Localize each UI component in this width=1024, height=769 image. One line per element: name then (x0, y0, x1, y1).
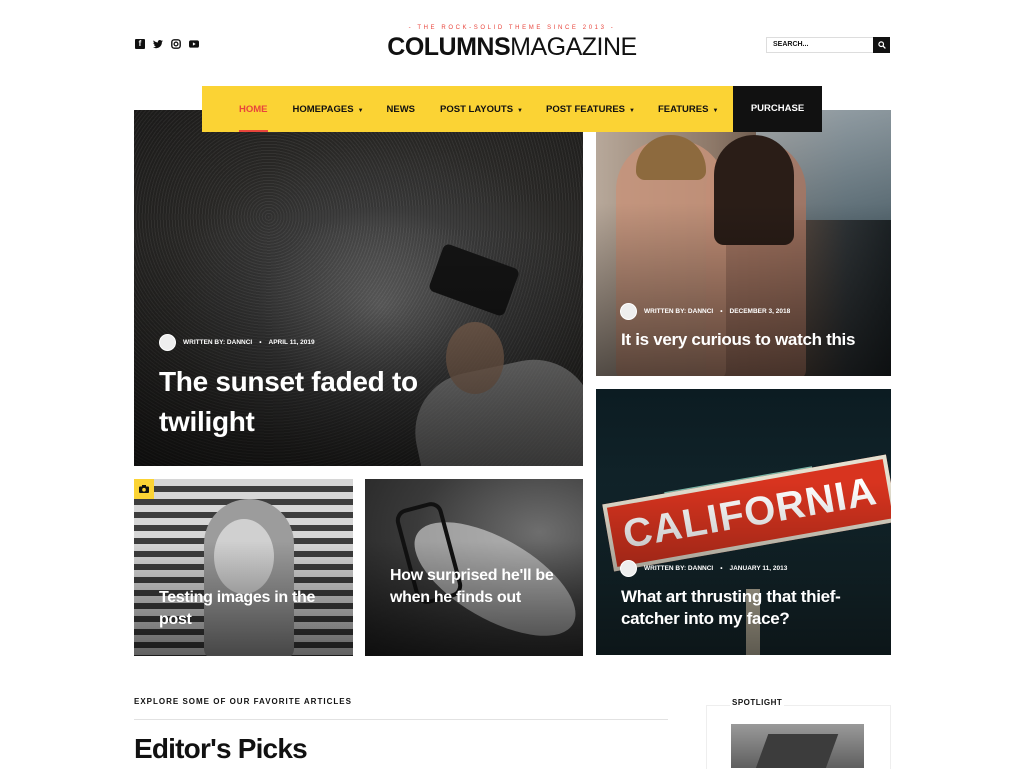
avatar (159, 334, 176, 351)
spotlight-image[interactable] (731, 724, 864, 768)
post-title[interactable]: How surprised he'll be when he finds out (390, 565, 570, 609)
search-icon (877, 41, 886, 49)
avatar (620, 560, 637, 577)
post-meta: WRITTEN BY: DANNCI • JANUARY 11, 2013 (620, 560, 787, 577)
nav-item-label: POST FEATURES (546, 103, 625, 115)
post-author[interactable]: WRITTEN BY: DANNCI (644, 308, 713, 315)
featured-post-couple[interactable]: WRITTEN BY: DANNCI • DECEMBER 3, 2018 It… (596, 110, 891, 376)
nav-item-label: HOMEPAGES (292, 103, 354, 115)
search-form: SEARCH... (766, 37, 890, 53)
post-title[interactable]: What art thrusting that thief-catcher in… (621, 586, 881, 630)
post-meta: WRITTEN BY: DANNCI • DECEMBER 3, 2018 (620, 303, 790, 320)
search-input[interactable]: SEARCH... (766, 37, 873, 53)
nav-item-news[interactable]: NEWS (387, 104, 416, 115)
site-tagline: - THE ROCK-SOLID THEME SINCE 2013 - (408, 25, 616, 31)
post-image-road (753, 734, 839, 768)
chevron-down-icon: ▼ (517, 107, 523, 114)
nav-item-home[interactable]: HOME (239, 103, 268, 132)
post-meta: WRITTEN BY: DANNCI • APRIL 11, 2019 (159, 334, 315, 351)
post-author[interactable]: WRITTEN BY: DANNCI (183, 339, 252, 346)
post-title[interactable]: It is very curious to watch this (621, 329, 891, 351)
logo-bold-text: COLUMNS (387, 33, 511, 61)
post-lamp[interactable]: How surprised he'll be when he finds out (365, 479, 583, 656)
purchase-button[interactable]: PURCHASE (733, 86, 822, 132)
meta-separator: • (720, 565, 723, 572)
nav-item-post-features[interactable]: POST FEATURES ▼ (546, 104, 635, 115)
meta-separator: • (720, 308, 723, 315)
avatar (620, 303, 637, 320)
nav-item-label: POST LAYOUTS (440, 103, 514, 115)
search-button[interactable] (873, 37, 890, 53)
chevron-down-icon: ▼ (357, 107, 364, 114)
nav-item-features[interactable]: FEATURES ▼ (658, 104, 718, 115)
nav-item-label: NEWS (386, 103, 416, 115)
post-date: JANUARY 11, 2013 (729, 565, 788, 572)
post-date: DECEMBER 3, 2018 (729, 308, 791, 315)
nav-item-label: FEATURES (657, 103, 709, 115)
section-divider (134, 719, 668, 720)
widget-title: SPOTLIGHT (730, 698, 785, 707)
section-kicker: EXPLORE SOME OF OUR FAVORITE ARTICLES (134, 697, 352, 706)
post-woman[interactable]: Testing images in the post (134, 479, 353, 656)
chevron-down-icon: ▼ (629, 107, 635, 114)
camera-icon (134, 479, 154, 499)
section-title: Editor's Picks (134, 733, 308, 764)
post-date: APRIL 11, 2019 (268, 339, 315, 346)
featured-post-main[interactable]: WRITTEN BY: DANNCI • APRIL 11, 2019 The … (134, 110, 583, 466)
nav-item-homepages[interactable]: HOMEPAGES ▼ (293, 104, 364, 115)
post-author[interactable]: WRITTEN BY: DANNCI (644, 565, 713, 572)
nav-item-label: HOME (239, 103, 268, 115)
meta-separator: • (259, 339, 262, 346)
post-title[interactable]: The sunset faded to twilight (159, 362, 489, 442)
nav-item-post-layouts[interactable]: POST LAYOUTS ▼ (440, 104, 523, 115)
chevron-down-icon: ▼ (712, 107, 719, 114)
logo-light-text: MAGAZINE (510, 33, 637, 61)
featured-post-california[interactable]: CALIFORNIA WRITTEN BY: DANNCI • JANUARY … (596, 389, 891, 655)
main-nav: HOME HOMEPAGES ▼ NEWS POST LAYOUTS ▼ POST … (202, 86, 822, 132)
post-title[interactable]: Testing images in the post (159, 587, 329, 631)
